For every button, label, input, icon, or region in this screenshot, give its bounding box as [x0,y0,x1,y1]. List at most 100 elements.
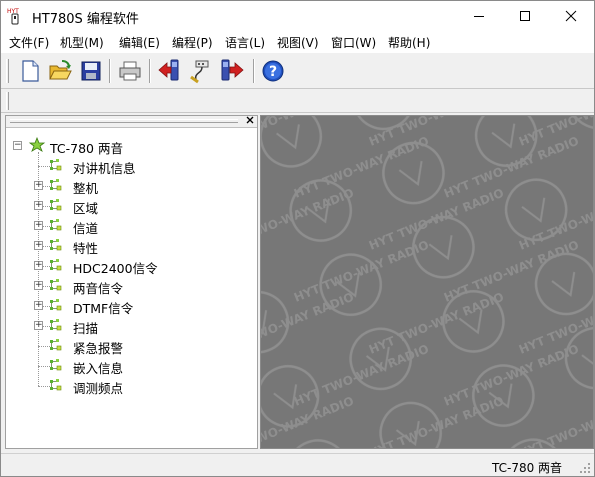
tree-item-label: HDC2400信令 [73,261,158,276]
tree-node-icon [28,137,46,152]
tree-item-label: 整机 [73,181,99,196]
navigation-panel: − TC-780 两音 对讲机信息 + 整机 + 区域 + 信道 + 特性 + HDC2400信令 +… [5,115,258,449]
new-file-icon [22,60,39,82]
read-radio-button[interactable] [156,57,184,85]
tree-root-label: TC-780 两音 [50,141,123,156]
connect-icon [190,60,209,84]
tree-node-icon [50,319,62,331]
panel-close-button[interactable] [246,114,254,127]
maximize-button[interactable] [502,1,548,31]
svg-text:?: ? [269,64,277,80]
window-title: HT780S 编程软件 [32,12,139,27]
expand-toggle[interactable]: + [34,301,43,310]
menu-window[interactable]: 窗口(W) [331,34,376,51]
tree-item-label: 区域 [73,201,99,216]
save-disk-icon [81,61,101,81]
toolbar: ? [1,52,594,89]
toolbar-separator [109,59,111,83]
tree-item-label: DTMF信令 [73,301,134,316]
menu-edit[interactable]: 编辑(E) [119,34,160,51]
panel-grip[interactable] [10,119,238,123]
tree-item-label: 扫描 [73,321,99,336]
menu-file[interactable]: 文件(F) [9,34,49,51]
menu-view[interactable]: 视图(V) [277,34,319,51]
expand-toggle[interactable]: + [34,241,43,250]
new-file-button[interactable] [16,57,44,85]
status-bar: TC-780 两音 [1,453,594,476]
title-bar[interactable]: HYT HT780S 编程软件 [1,1,594,31]
maximize-icon [520,11,530,21]
tree-item[interactable]: 嵌入信息 [6,356,256,376]
print-icon [119,61,141,81]
tree-node-icon [50,299,62,311]
menu-bar: 文件(F) 机型(M) 编辑(E) 编程(P) 语言(L) 视图(V) 窗口(W… [1,31,594,52]
tree-node-icon [50,159,62,171]
read-radio-icon [158,59,179,81]
close-icon [565,10,577,22]
tree-item-label: 调测频点 [73,381,124,396]
status-model: TC-780 两音 [492,461,563,475]
config-tree: − TC-780 两音 对讲机信息 + 整机 + 区域 + 信道 + 特性 + HDC2400信令 +… [6,130,257,448]
collapse-toggle[interactable]: − [13,141,22,150]
tree-item[interactable]: + 信道 [6,216,256,236]
tree-item-label: 两音信令 [73,281,124,296]
tree-node-icon [50,179,62,191]
menu-help[interactable]: 帮助(H) [388,34,430,51]
workspace-area[interactable]: HYT TWO-WAY RADIO HYT TWO-WAY RADIO HYT TW… [260,115,594,449]
tree-node-icon [50,279,62,291]
tree-node-icon [50,219,62,231]
toolbar-grip[interactable] [6,59,9,83]
menu-model[interactable]: 机型(M) [60,34,104,51]
tree-item[interactable]: + 区域 [6,196,256,216]
close-icon [246,116,254,124]
print-button[interactable] [116,57,144,85]
tree-node-icon [50,259,62,271]
expand-toggle[interactable]: + [34,221,43,230]
help-button[interactable]: ? [259,57,287,85]
tree-item-label: 嵌入信息 [73,361,124,376]
secondary-toolbar [1,89,594,113]
app-logo-icon: HYT [7,8,19,25]
expand-toggle[interactable]: + [34,261,43,270]
tree-item[interactable]: + DTMF信令 [6,296,256,316]
toolbar-separator [253,59,255,83]
tree-node-icon [50,339,62,351]
expand-toggle[interactable]: + [34,281,43,290]
resize-grip-icon[interactable] [579,462,591,474]
app-window: HYT HT780S 编程软件 文件(F) 机型(M) 编辑(E) 编程(P) … [0,0,595,477]
tree-item-label: 信道 [73,221,99,236]
tree-item[interactable]: + 整机 [6,176,256,196]
tree-item[interactable]: + 两音信令 [6,276,256,296]
open-folder-icon [49,60,72,80]
expand-toggle[interactable]: + [34,201,43,210]
save-button[interactable] [77,57,105,85]
tree-item[interactable]: + 扫描 [6,316,256,336]
minimize-button[interactable] [456,1,502,31]
watermark-background: HYT TWO-WAY RADIO HYT TWO-WAY RADIOHYT TW… [261,116,593,448]
tree-node-icon [50,379,62,391]
expand-toggle[interactable]: + [34,321,43,330]
tree-item[interactable]: + HDC2400信令 [6,256,256,276]
tree-item[interactable]: 调测频点 [6,376,256,396]
open-button[interactable] [46,57,74,85]
tree-item[interactable]: 紧急报警 [6,336,256,356]
toolbar-separator [149,59,151,83]
menu-language[interactable]: 语言(L) [225,34,265,51]
tree-node-icon [50,359,62,371]
connect-button[interactable] [187,57,215,85]
write-radio-icon [221,59,244,81]
tree-root[interactable]: − TC-780 两音 [6,136,256,156]
tree-item-label: 紧急报警 [73,341,124,356]
tree-node-icon [50,239,62,251]
panel-header[interactable] [6,116,257,128]
expand-toggle[interactable]: + [34,181,43,190]
tree-item-label: 特性 [73,241,99,256]
menu-program[interactable]: 编程(P) [172,34,213,51]
tree-item[interactable]: + 特性 [6,236,256,256]
close-button[interactable] [548,1,594,31]
help-icon: ? [262,60,284,82]
tree-item[interactable]: 对讲机信息 [6,156,256,176]
tree-item-label: 对讲机信息 [73,161,136,176]
write-radio-button[interactable] [218,57,246,85]
secondary-toolbar-grip[interactable] [6,92,9,110]
